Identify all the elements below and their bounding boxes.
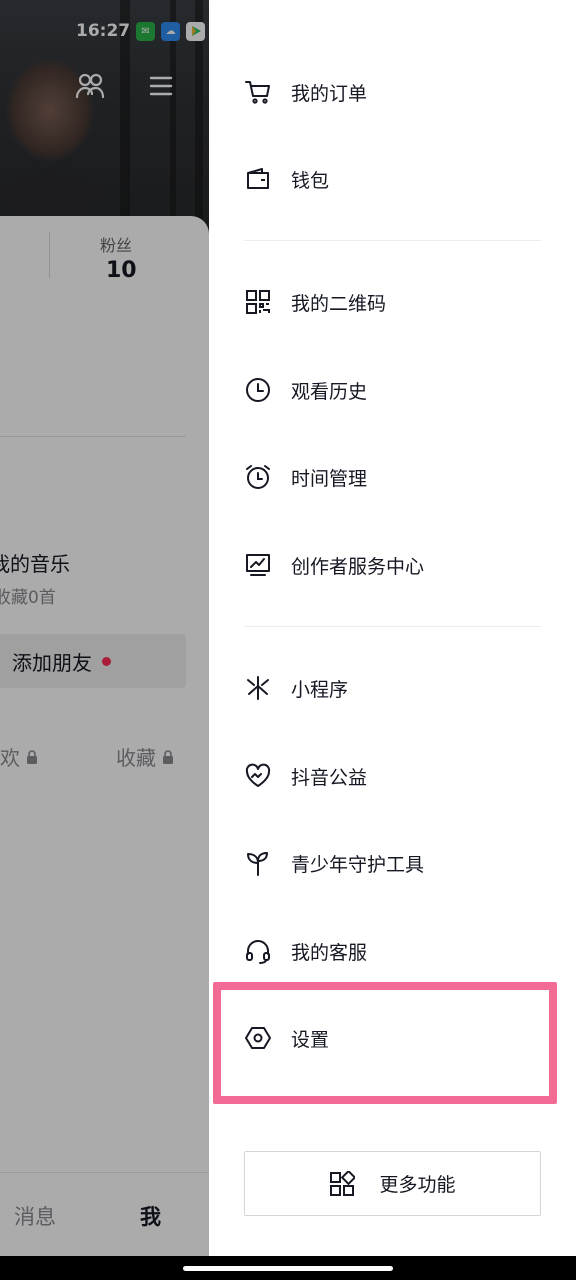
menu-item-label: 我的客服: [291, 941, 368, 964]
side-drawer: 我的订单 钱包 我的二维码 观看历史 时间管理 创作者服务中心 小程序 抖音公益…: [209, 0, 576, 1256]
menu-item-charity[interactable]: 抖音公益: [243, 751, 563, 801]
divider: [244, 626, 541, 627]
menu-item-label: 我的订单: [291, 82, 368, 105]
settings-highlight-box: [213, 982, 557, 1104]
menu-item-orders[interactable]: 我的订单: [243, 67, 563, 117]
menu-item-label: 时间管理: [291, 467, 368, 490]
charity-heart-icon: [243, 761, 273, 791]
alarm-icon: [243, 462, 273, 492]
mini-program-icon: [243, 673, 273, 703]
menu-item-qrcode[interactable]: 我的二维码: [243, 277, 563, 327]
menu-item-creator-center[interactable]: 创作者服务中心: [243, 540, 563, 590]
grid-apps-icon: [330, 1170, 356, 1196]
menu-item-history[interactable]: 观看历史: [243, 365, 563, 415]
menu-item-teen-protection[interactable]: 青少年守护工具: [243, 838, 563, 888]
clock-icon: [243, 375, 273, 405]
menu-item-customer-service[interactable]: 我的客服: [243, 926, 563, 976]
menu-item-time-management[interactable]: 时间管理: [243, 452, 563, 502]
more-features-button[interactable]: 更多功能: [244, 1151, 541, 1216]
menu-item-label: 青少年守护工具: [291, 853, 425, 876]
dim-overlay[interactable]: [0, 0, 209, 1256]
sprout-icon: [243, 848, 273, 878]
divider: [244, 240, 541, 241]
menu-item-label: 我的二维码: [291, 292, 387, 315]
profile-page: 16:27 ✉ ☁ 粉丝 10 我的音乐 收藏0首 添加朋友 喜欢 收藏 消息 …: [0, 0, 209, 1256]
qrcode-icon: [243, 287, 273, 317]
menu-item-wallet[interactable]: 钱包: [243, 154, 563, 204]
menu-item-label: 抖音公益: [291, 766, 368, 789]
menu-item-mini-program[interactable]: 小程序: [243, 663, 563, 713]
menu-item-label: 观看历史: [291, 380, 368, 403]
menu-item-label: 创作者服务中心: [291, 555, 425, 578]
home-indicator[interactable]: [183, 1266, 393, 1271]
menu-item-label: 小程序: [291, 678, 349, 701]
headset-icon: [243, 936, 273, 966]
wallet-icon: [243, 164, 273, 194]
more-features-label: 更多功能: [379, 1174, 456, 1196]
cart-icon: [243, 77, 273, 107]
menu-item-label: 钱包: [291, 169, 330, 192]
chart-monitor-icon: [243, 550, 273, 580]
